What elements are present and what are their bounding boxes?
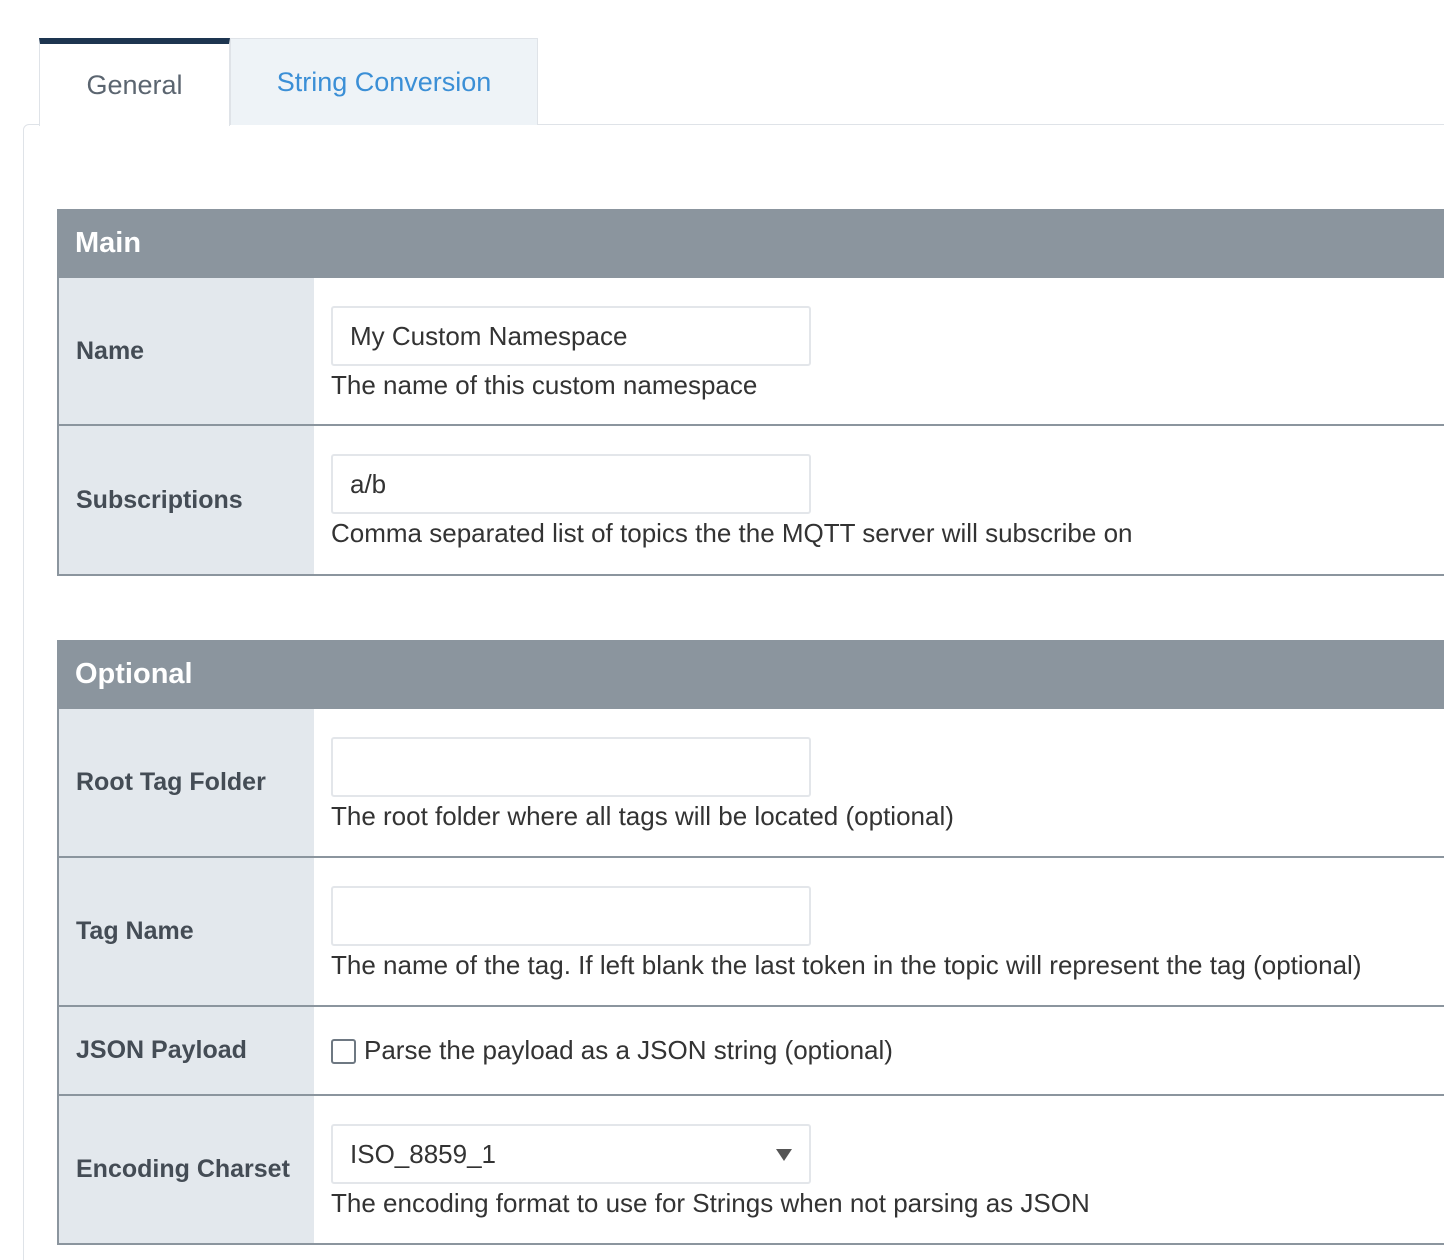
tab-string-conversion[interactable]: String Conversion xyxy=(230,38,538,125)
root-tag-folder-row: Root Tag Folder The root folder where al… xyxy=(57,709,1444,858)
subscriptions-row: Subscriptions Comma separated list of to… xyxy=(57,426,1444,576)
page: General String Conversion Main Name The … xyxy=(0,0,1444,1260)
json-payload-row: JSON Payload Parse the payload as a JSON… xyxy=(57,1007,1444,1096)
subscriptions-content: Comma separated list of topics the the M… xyxy=(314,426,1444,574)
tag-name-help: The name of the tag. If left blank the l… xyxy=(331,950,1362,980)
main-section-title: Main xyxy=(57,209,1444,278)
root-tag-folder-label: Root Tag Folder xyxy=(59,709,314,856)
name-help: The name of this custom namespace xyxy=(331,370,758,400)
subscriptions-input[interactable] xyxy=(331,454,811,514)
tag-name-content: The name of the tag. If left blank the l… xyxy=(314,858,1444,1005)
tab-general[interactable]: General xyxy=(39,38,230,126)
name-label: Name xyxy=(59,278,314,424)
json-payload-check-line: Parse the payload as a JSON string (opti… xyxy=(331,1007,1444,1094)
name-row: Name The name of this custom namespace xyxy=(57,278,1444,426)
tab-bar: General String Conversion xyxy=(39,38,538,126)
subscriptions-help: Comma separated list of topics the the M… xyxy=(331,518,1133,548)
root-tag-folder-content: The root folder where all tags will be l… xyxy=(314,709,1444,856)
json-payload-checkbox[interactable] xyxy=(331,1039,356,1064)
root-tag-folder-input[interactable] xyxy=(331,737,811,797)
subscriptions-label: Subscriptions xyxy=(59,426,314,574)
encoding-charset-help: The encoding format to use for Strings w… xyxy=(331,1188,1090,1218)
tag-name-input[interactable] xyxy=(331,886,811,946)
chevron-down-icon xyxy=(776,1149,792,1161)
json-payload-content: Parse the payload as a JSON string (opti… xyxy=(314,1007,1444,1094)
encoding-charset-selected: ISO_8859_1 xyxy=(350,1138,497,1169)
tag-name-label: Tag Name xyxy=(59,858,314,1005)
root-tag-folder-help: The root folder where all tags will be l… xyxy=(331,801,954,831)
encoding-charset-content: ISO_8859_1 The encoding format to use fo… xyxy=(314,1096,1444,1243)
encoding-charset-label: Encoding Charset xyxy=(59,1096,314,1243)
name-input[interactable] xyxy=(331,306,811,366)
encoding-charset-row: Encoding Charset ISO_8859_1 The encoding… xyxy=(57,1096,1444,1245)
tag-name-row: Tag Name The name of the tag. If left bl… xyxy=(57,858,1444,1007)
optional-section: Optional Root Tag Folder The root folder… xyxy=(57,640,1444,1245)
optional-section-title: Optional xyxy=(57,640,1444,709)
main-section: Main Name The name of this custom namesp… xyxy=(57,209,1444,576)
encoding-charset-select[interactable]: ISO_8859_1 xyxy=(331,1124,811,1184)
json-payload-label: JSON Payload xyxy=(59,1007,314,1094)
name-content: The name of this custom namespace xyxy=(314,278,1444,424)
json-payload-checkbox-label: Parse the payload as a JSON string (opti… xyxy=(364,1035,893,1065)
